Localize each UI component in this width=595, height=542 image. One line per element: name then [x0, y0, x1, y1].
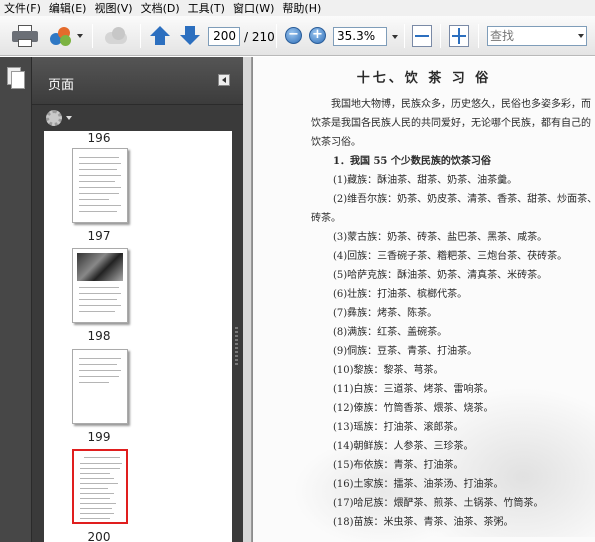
- list-item: (9)侗族：豆茶、青茶、打油茶。: [333, 346, 478, 357]
- panel-tab-column: [0, 57, 32, 542]
- list-item: (18)苗族：米虫茶、青茶、油茶、茶粥。: [333, 517, 514, 528]
- next-page-icon[interactable]: [180, 26, 200, 46]
- toolbar-separator: [140, 24, 141, 48]
- page-thumbnail[interactable]: [72, 248, 128, 323]
- menu-document[interactable]: 文档(D): [141, 0, 180, 16]
- list-item: (5)哈萨克族：酥油茶、奶茶、清真茶、米砖茶。: [333, 270, 548, 281]
- zoom-out-button[interactable]: −: [285, 27, 302, 44]
- menu-tools[interactable]: 工具(T): [188, 0, 225, 16]
- panel-header: 页面: [32, 57, 243, 105]
- pages-panel: 页面 196 197 198 199 200: [0, 57, 243, 542]
- panel-options-row: [32, 105, 243, 131]
- list-item: (4)回族：三香碗子茶、糌粑茶、三炮台茶、茯砖茶。: [333, 251, 568, 262]
- print-icon[interactable]: [12, 25, 38, 47]
- list-item: (6)壮族：打油茶、槟榔代茶。: [333, 289, 468, 300]
- options-dropdown-icon[interactable]: [66, 116, 72, 120]
- document-left-margin: [243, 57, 252, 542]
- collapse-panel-button[interactable]: [218, 74, 230, 86]
- share-dropdown-icon[interactable]: [77, 34, 83, 38]
- list-item: (2)维吾尔族：奶茶、奶皮茶、清茶、香茶、甜茶、炒面茶、茯: [333, 194, 595, 205]
- toolbar-separator: [478, 24, 479, 48]
- thumbnail-list: 196 197 198 199 200: [44, 131, 232, 542]
- toolbar-separator: [276, 24, 277, 48]
- page-thumbnail-selected[interactable]: [72, 449, 128, 524]
- zoom-in-button[interactable]: +: [309, 27, 326, 44]
- gear-icon[interactable]: [46, 110, 62, 126]
- search-input[interactable]: [490, 28, 572, 44]
- list-item: (8)满族：红茶、盖碗茶。: [333, 327, 448, 338]
- toolbar-separator: [92, 24, 93, 48]
- search-box[interactable]: [487, 26, 587, 46]
- menu-window[interactable]: 窗口(W): [233, 0, 274, 16]
- cloud-icon[interactable]: [103, 26, 129, 46]
- zoom-input[interactable]: 35.3%: [333, 27, 387, 46]
- document-view[interactable]: 十七、饮 茶 习 俗 我国地大物博，民族众多，历史悠久，民俗也多姿多彩，而 饮茶…: [243, 57, 595, 542]
- thumbnail-label: 197: [87, 229, 111, 243]
- menu-file[interactable]: 文件(F): [4, 0, 41, 16]
- list-item: (15)布依族：青茶、打油茶。: [333, 460, 464, 471]
- list-item: (17)哈尼族：煨酽茶、煎茶、土锅茶、竹筒茶。: [333, 498, 544, 509]
- page-thumbnail[interactable]: [72, 148, 128, 223]
- fit-width-icon[interactable]: [412, 25, 432, 47]
- list-item: (7)彝族：烤茶、陈茶。: [333, 308, 438, 319]
- page-thumbnail[interactable]: [72, 349, 128, 424]
- list-item: (14)朝鲜族：人参茶、三珍茶。: [333, 441, 474, 452]
- intro-line: 我国地大物博，民族众多，历史悠久，民俗也多姿多彩，而: [331, 99, 591, 110]
- menu-help[interactable]: 帮助(H): [282, 0, 321, 16]
- list-item: (1)藏族：酥油茶、甜茶、奶茶、油茶羹。: [333, 175, 518, 186]
- list-item: (10)黎族：黎茶、芎茶。: [333, 365, 444, 376]
- toolbar: 200 / 210 − + 35.3%: [0, 16, 595, 56]
- thumbnail-label: 196: [87, 131, 111, 145]
- zoom-dropdown-icon[interactable]: [389, 27, 401, 46]
- share-icon[interactable]: [50, 25, 72, 47]
- list-item: (3)蒙古族：奶茶、砖茶、盐巴茶、黑茶、咸茶。: [333, 232, 548, 243]
- list-item-continuation: 砖茶。: [311, 213, 341, 224]
- intro-paragraph: 我国地大物博，民族众多，历史悠久，民俗也多姿多彩，而 饮茶是我国各民族人民的共同…: [311, 95, 591, 152]
- list-item: (16)土家族：擂茶、油茶汤、打油茶。: [333, 479, 504, 490]
- list-item: (13)瑶族：打油茶、滚郎茶。: [333, 422, 464, 433]
- fit-page-icon[interactable]: [449, 25, 469, 47]
- document-page: 十七、饮 茶 习 俗 我国地大物博，民族众多，历史悠久，民俗也多姿多彩，而 饮茶…: [253, 57, 595, 542]
- thumbnail-label: 199: [87, 430, 111, 444]
- panel-title: 页面: [48, 78, 75, 93]
- menu-edit[interactable]: 编辑(E): [49, 0, 87, 16]
- section-heading: 1．我国 55 个少数民族的饮茶习俗: [333, 156, 491, 167]
- thumbnail-label: 198: [87, 329, 111, 343]
- toolbar-separator: [440, 24, 441, 48]
- list-item: (11)白族：三道茶、烤茶、雷响茶。: [333, 384, 494, 395]
- previous-page-icon[interactable]: [150, 26, 170, 46]
- pages-icon[interactable]: [7, 67, 26, 91]
- toolbar-separator: [404, 24, 405, 48]
- intro-line: 饮茶习俗。: [311, 137, 361, 148]
- tea-custom-list: (1)藏族：酥油茶、甜茶、奶茶、油茶羹。 (2)维吾尔族：奶茶、奶皮茶、清茶、香…: [311, 171, 595, 532]
- list-item: (12)傣族：竹筒香茶、煨茶、烧茶。: [333, 403, 494, 414]
- intro-line: 饮茶是我国各民族人民的共同爱好，无论哪个民族，都有自己的: [311, 118, 591, 129]
- page-heading: 十七、饮 茶 习 俗: [356, 71, 492, 86]
- page-number-input[interactable]: 200: [208, 27, 240, 46]
- menu-view[interactable]: 视图(V): [94, 0, 132, 16]
- page-total: / 210: [244, 30, 275, 44]
- search-dropdown-icon[interactable]: [578, 34, 584, 38]
- thumbnail-label: 200: [87, 530, 111, 542]
- panel-splitter-handle[interactable]: [235, 327, 238, 367]
- menu-bar: 文件(F) 编辑(E) 视图(V) 文档(D) 工具(T) 窗口(W) 帮助(H…: [0, 0, 595, 16]
